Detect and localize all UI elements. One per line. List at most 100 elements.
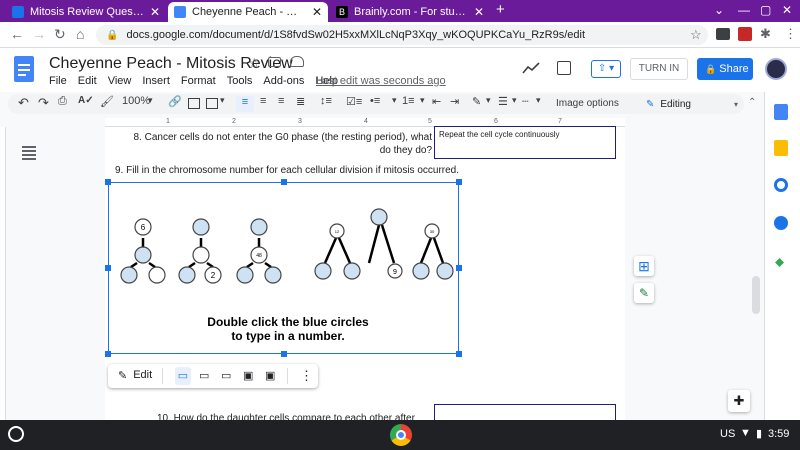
print-icon[interactable]: ⎙ xyxy=(58,95,67,108)
question-10[interactable]: 10. How do the daughter cells compare to… xyxy=(157,410,433,420)
menu-file[interactable]: File xyxy=(49,75,67,87)
close-window-icon[interactable]: ✕ xyxy=(782,3,792,17)
forward-icon[interactable]: → xyxy=(32,26,46,42)
collapse-menus-icon[interactable]: ⌃ xyxy=(748,97,756,108)
maps-icon[interactable]: ⬥ xyxy=(775,254,784,270)
share-button[interactable]: 🔒 Share xyxy=(697,58,753,80)
editing-mode-select[interactable]: ✎ Editing ▾ xyxy=(646,96,738,112)
menu-format[interactable]: Format xyxy=(181,75,216,87)
close-tab-icon[interactable]: ✕ xyxy=(150,5,160,19)
tab-brainly[interactable]: B Brainly.com - For students. By student… xyxy=(330,2,490,22)
last-edit-link[interactable]: Last edit was seconds ago xyxy=(316,75,446,87)
undo-icon[interactable]: ↶ xyxy=(18,95,29,111)
extension-icon[interactable] xyxy=(716,28,730,40)
menu-addons[interactable]: Add-ons xyxy=(263,75,304,87)
chrome-icon[interactable] xyxy=(390,424,412,446)
home-icon[interactable]: ⌂ xyxy=(76,26,84,42)
line-spacing-icon[interactable]: ↕≡ xyxy=(320,95,332,107)
maximize-icon[interactable]: ▢ xyxy=(760,3,771,17)
border-weight-dropdown-icon[interactable]: ▾ xyxy=(512,95,517,106)
wrap-inline-icon[interactable]: ▭ xyxy=(175,367,191,385)
align-right-icon[interactable]: ≡ xyxy=(278,95,284,107)
border-dash-icon[interactable]: ┄ xyxy=(522,95,529,108)
reload-icon[interactable]: ↻ xyxy=(54,26,66,43)
resize-handle[interactable] xyxy=(105,351,111,357)
back-icon[interactable]: ← xyxy=(10,26,24,42)
increase-indent-icon[interactable]: ⇥ xyxy=(450,95,459,108)
border-dash-dropdown-icon[interactable]: ▾ xyxy=(536,95,541,106)
add-comment-icon[interactable] xyxy=(188,98,200,109)
activity-dashboard-icon[interactable] xyxy=(522,62,540,74)
extensions-puzzle-icon[interactable]: ✱ xyxy=(760,26,771,42)
contacts-icon[interactable] xyxy=(774,216,788,230)
close-tab-icon[interactable]: ✕ xyxy=(312,5,322,19)
align-justify-icon[interactable]: ≣ xyxy=(296,95,305,108)
insert-link-icon[interactable]: 🔗 xyxy=(168,95,182,108)
present-button[interactable]: ⇧ ▾ xyxy=(591,60,621,78)
menu-insert[interactable]: Insert xyxy=(142,75,170,87)
image-edit-button[interactable]: ✎ Edit xyxy=(118,369,152,382)
paint-format-icon[interactable]: 🖌 xyxy=(100,95,114,108)
menu-edit[interactable]: Edit xyxy=(78,75,97,87)
resize-handle[interactable] xyxy=(105,265,111,271)
avatar[interactable] xyxy=(765,58,787,80)
numbered-dropdown-icon[interactable]: ▾ xyxy=(420,95,425,106)
calendar-icon[interactable] xyxy=(774,104,788,120)
align-center-icon[interactable]: ≡ xyxy=(260,95,266,107)
comment-history-icon[interactable] xyxy=(557,61,571,75)
document-outline-icon[interactable] xyxy=(22,146,36,160)
zoom-dropdown-icon[interactable]: ▾ xyxy=(148,95,153,106)
browser-menu-icon[interactable]: ⋮ xyxy=(784,26,797,42)
resize-handle[interactable] xyxy=(105,179,111,185)
question-8[interactable]: 8. Cancer cells do not enter the G0 phas… xyxy=(126,131,432,157)
resize-handle[interactable] xyxy=(456,179,462,185)
close-tab-icon[interactable]: ✕ xyxy=(474,5,484,19)
wrap-text-icon[interactable]: ▭ xyxy=(199,369,209,382)
omnibox[interactable]: 🔒 docs.google.com/document/d/1S8fvdSw02H… xyxy=(96,25,708,45)
border-weight-icon[interactable]: ☰ xyxy=(498,95,508,108)
border-color-icon[interactable]: ✎ xyxy=(472,95,481,108)
resize-handle[interactable] xyxy=(281,179,287,185)
bookmark-star-icon[interactable]: ☆ xyxy=(690,27,702,43)
explore-icon[interactable]: ✚ xyxy=(728,390,750,412)
redo-icon[interactable]: ↷ xyxy=(38,95,49,111)
image-options-button[interactable]: Image options xyxy=(556,98,619,109)
cloud-status-icon[interactable] xyxy=(290,56,304,67)
bulleted-list-icon[interactable]: •≡ xyxy=(370,95,380,107)
docs-logo-icon[interactable] xyxy=(14,56,34,82)
zoom-select[interactable]: 100% xyxy=(122,95,150,107)
menu-tools[interactable]: Tools xyxy=(227,75,253,87)
question-9[interactable]: 9. Fill in the chromosome number for eac… xyxy=(115,165,459,176)
tab-cheyenne-peach[interactable]: Cheyenne Peach - Mitosis Review ✕ xyxy=(168,2,328,22)
resize-handle[interactable] xyxy=(456,351,462,357)
answer-box-8[interactable]: Repeat the cell cycle continuously xyxy=(434,126,616,159)
behind-text-icon[interactable]: ▣ xyxy=(243,369,253,382)
new-tab-button[interactable]: + xyxy=(496,1,505,18)
locale-indicator[interactable]: US xyxy=(720,428,735,440)
in-front-text-icon[interactable]: ▣ xyxy=(265,369,275,382)
minimize-icon[interactable]: — xyxy=(738,3,750,17)
suggest-edits-icon[interactable]: ✎ xyxy=(634,283,654,303)
extension-red-icon[interactable] xyxy=(738,27,752,41)
checklist-icon[interactable]: ☑≡ xyxy=(346,95,362,108)
tasks-icon[interactable] xyxy=(774,178,788,192)
clock[interactable]: 3:59 xyxy=(768,428,789,440)
tab-search-icon[interactable]: ⌄ xyxy=(714,3,724,17)
resize-handle[interactable] xyxy=(456,265,462,271)
numbered-list-icon[interactable]: 1≡ xyxy=(402,95,415,107)
decrease-indent-icon[interactable]: ⇤ xyxy=(432,95,441,108)
menu-view[interactable]: View xyxy=(108,75,132,87)
image-dropdown-icon[interactable]: ▾ xyxy=(220,95,225,106)
turn-in-button[interactable]: TURN IN xyxy=(630,58,688,80)
spellcheck-icon[interactable]: A✓ xyxy=(78,95,94,106)
star-icon[interactable]: ☆ xyxy=(248,55,261,72)
scrollbar-thumb[interactable] xyxy=(752,276,760,314)
border-color-dropdown-icon[interactable]: ▾ xyxy=(486,95,491,106)
mitosis-diagram-image[interactable]: 6 2 48 12 9 30 Double click the blue cir… xyxy=(108,182,459,354)
resize-handle[interactable] xyxy=(281,351,287,357)
add-comment-side-icon[interactable]: ⊞ xyxy=(634,256,654,276)
insert-image-icon[interactable] xyxy=(206,98,218,109)
tab-mitosis-review-questions[interactable]: Mitosis Review Questions ✕ xyxy=(6,2,166,22)
keep-icon[interactable] xyxy=(774,140,788,156)
answer-box-10[interactable] xyxy=(434,404,616,420)
